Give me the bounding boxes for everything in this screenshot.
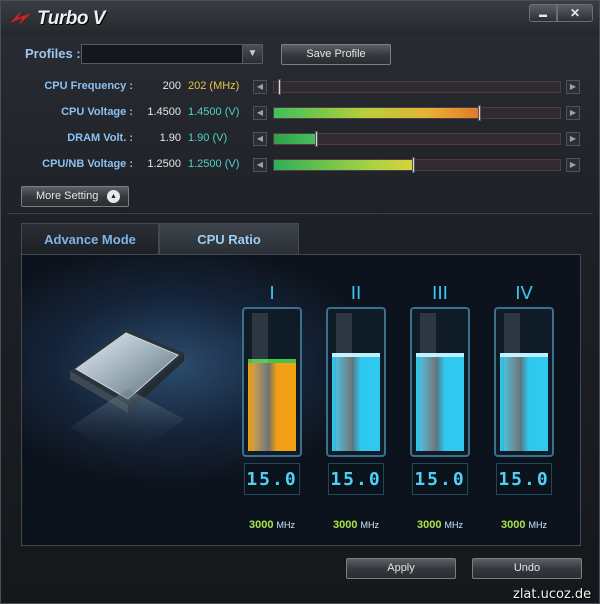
core-bar-shine [252, 313, 268, 451]
slider-label: DRAM Volt. : [67, 132, 133, 144]
slider-label: CPU Voltage : [61, 106, 133, 118]
core-bar-shine [336, 313, 352, 451]
slider-label: CPU Frequency : [44, 80, 133, 92]
slider-thumb[interactable] [477, 105, 481, 121]
dropdown-arrow-icon[interactable]: ▼ [242, 45, 262, 63]
slider-increase-button[interactable]: ▶ [566, 80, 580, 94]
core-label: III [432, 283, 448, 304]
chevron-up-icon: ▲ [107, 190, 120, 203]
undo-button[interactable]: Undo [472, 558, 582, 579]
slider-decrease-button[interactable]: ◀ [253, 158, 267, 172]
turbo-v-logo: Turbo V [7, 5, 117, 31]
core-bar-shine [504, 313, 520, 451]
core-label: II [350, 283, 362, 304]
turbo-v-window: Turbo V ▬ ✕ Profiles : ▼ Save Profile CP… [0, 0, 600, 604]
core-frequency-value: 3000 [248, 519, 274, 531]
slider-current-value: 1.90 [159, 132, 181, 144]
core-ratio-value: 15.0 [412, 463, 468, 495]
core-frequency: 3000 MHz [237, 519, 307, 531]
core-label: I [269, 283, 275, 304]
close-icon: ✕ [569, 6, 581, 20]
tab-cpu-ratio[interactable]: CPU Ratio [159, 223, 299, 255]
watermark: zlat.ucoz.de [513, 587, 592, 602]
slider-track[interactable] [273, 105, 561, 121]
tab-advance-mode[interactable]: Advance Mode [21, 223, 159, 255]
core-label: IV [515, 283, 533, 304]
slider-fill [274, 160, 415, 170]
slider-fill [274, 134, 317, 144]
slider-decrease-button[interactable]: ◀ [253, 106, 267, 120]
slider-increase-button[interactable]: ▶ [566, 132, 580, 146]
slider-current-value: 1.2500 [147, 158, 181, 170]
core-frequency-unit: MHz [444, 520, 464, 530]
slider-decrease-button[interactable]: ◀ [253, 80, 267, 94]
core-ratio-bar[interactable] [326, 307, 386, 457]
core-ratio-value: 15.0 [496, 463, 552, 495]
core-ratio-bar[interactable] [242, 307, 302, 457]
more-setting-label: More Setting [36, 190, 99, 202]
apply-button[interactable]: Apply [346, 558, 456, 579]
core-ratio-bar[interactable] [494, 307, 554, 457]
asus-flame-icon [10, 11, 31, 25]
slider-track[interactable] [273, 157, 561, 173]
slider-label: CPU/NB Voltage : [42, 158, 133, 170]
cpu-ratio-panel: I 15.0 3000 MHz II 15.0 3000 MHz III 15.… [21, 254, 581, 546]
minimize-icon: ▬ [539, 10, 547, 19]
slider-track[interactable] [273, 131, 561, 147]
close-button[interactable]: ✕ [557, 4, 593, 22]
core-frequency-value: 3000 [500, 519, 526, 531]
core-ratio-value: 15.0 [244, 463, 300, 495]
slider-thumb[interactable] [412, 157, 416, 173]
core-frequency-unit: MHz [528, 520, 548, 530]
core-frequency-unit: MHz [276, 520, 296, 530]
slider-decrease-button[interactable]: ◀ [253, 132, 267, 146]
minimize-button[interactable]: ▬ [529, 4, 557, 22]
core-frequency: 3000 MHz [405, 519, 475, 531]
slider-increase-button[interactable]: ▶ [566, 158, 580, 172]
core-frequency-value: 3000 [416, 519, 442, 531]
title-bar[interactable]: Turbo V ▬ ✕ [1, 1, 599, 35]
core-bar-shine [420, 313, 436, 451]
slider-current-value: 200 [162, 80, 181, 92]
core-ratio-bar[interactable] [410, 307, 470, 457]
slider-track[interactable] [273, 79, 561, 95]
section-divider [7, 213, 593, 214]
slider-increase-button[interactable]: ▶ [566, 106, 580, 120]
profiles-dropdown[interactable]: ▼ [81, 44, 263, 64]
cpu-chip-icon [70, 329, 184, 461]
more-setting-button[interactable]: More Setting ▲ [21, 186, 129, 207]
core-frequency: 3000 MHz [321, 519, 391, 531]
slider-thumb[interactable] [314, 131, 318, 147]
slider-fill [274, 108, 480, 118]
core-frequency-unit: MHz [360, 520, 380, 530]
app-title: Turbo V [37, 8, 105, 29]
slider-current-value: 1.4500 [147, 106, 181, 118]
core-ratio-value: 15.0 [328, 463, 384, 495]
profiles-label: Profiles : [25, 46, 81, 61]
save-profile-button[interactable]: Save Profile [281, 44, 391, 65]
core-frequency-value: 3000 [332, 519, 358, 531]
core-frequency: 3000 MHz [489, 519, 559, 531]
slider-thumb[interactable] [277, 79, 281, 95]
